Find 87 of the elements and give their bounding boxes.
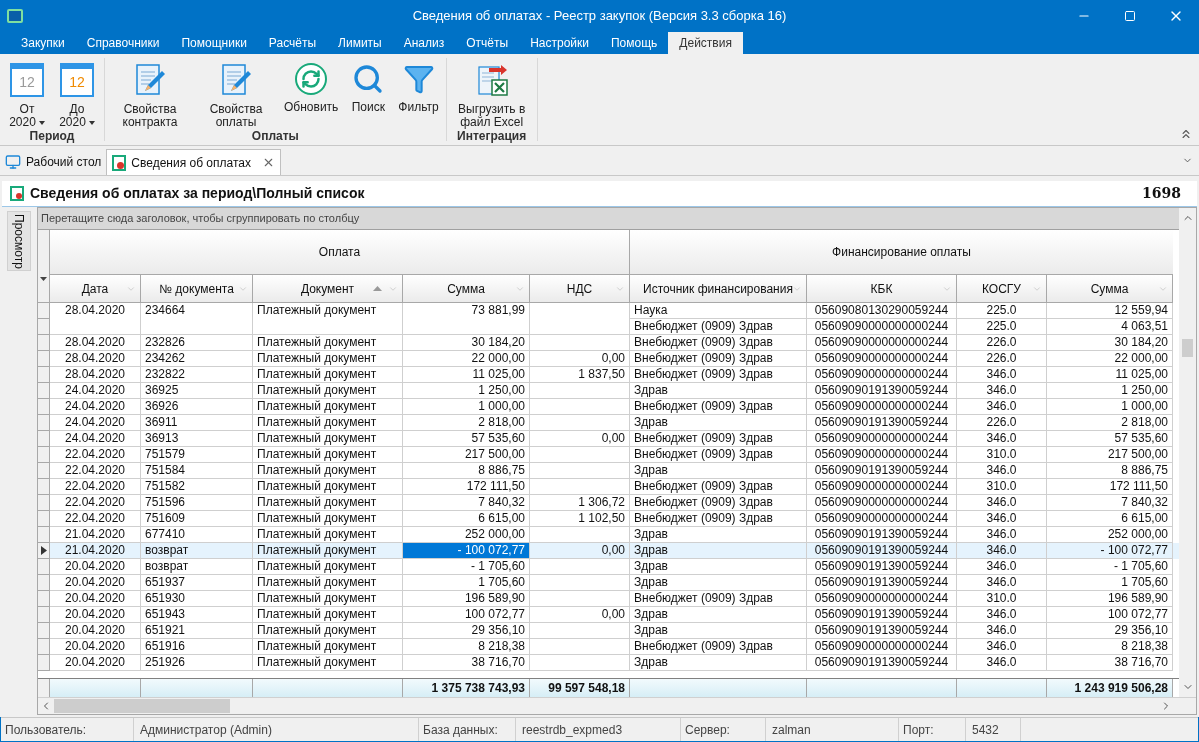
table-cell: 38 716,70 [403, 655, 530, 671]
refresh-icon [295, 63, 328, 95]
menu-tab[interactable]: Анализ [392, 32, 456, 54]
menu-tab[interactable]: Настройки [519, 32, 600, 54]
ribbon-button[interactable]: Свойства оплаты [195, 63, 277, 129]
menu-tab[interactable]: Отчёты [455, 32, 520, 54]
row-indicator[interactable] [38, 543, 50, 559]
panel-title: Сведения об оплатах за период\Полный список [30, 184, 365, 203]
table-cell: 05609090191390059244 [807, 655, 957, 671]
scroll-thumb[interactable] [54, 699, 230, 713]
menu-tab[interactable]: Помощь [599, 32, 669, 54]
horizontal-scrollbar[interactable] [38, 697, 1196, 714]
column-header[interactable]: НДС [530, 275, 630, 303]
document-icon [112, 154, 127, 171]
ribbon-button[interactable]: Поиск [345, 63, 392, 114]
calendar-day: 12 [19, 75, 35, 89]
column-chooser[interactable] [38, 230, 50, 303]
record-count: 1698 [1142, 184, 1181, 203]
document-pencil-icon [219, 63, 253, 97]
total-cell: 1 243 919 506,28 [1047, 679, 1173, 697]
ribbon-button[interactable]: Свойства контракта [109, 63, 191, 129]
column-header[interactable]: Документ [253, 275, 403, 303]
group-by-panel: Перетащите сюда заголовок, чтобы сгруппировать по столбцу [38, 208, 1180, 230]
table-cell: 12 559,94 [1047, 303, 1173, 319]
group-title: Интеграция [457, 129, 527, 144]
ribbon-button[interactable]: Обновить [281, 63, 342, 114]
status-value: zalman [766, 718, 899, 741]
window-title: Сведения об оплатах - Реестр закупок (Версия 3.3 сборка 16) [412, 7, 787, 26]
maximize-icon [1124, 10, 1136, 22]
column-header[interactable]: Сумма [1047, 275, 1173, 303]
menu-tab[interactable]: Справочники [75, 32, 171, 54]
close-tab-icon[interactable] [262, 156, 275, 169]
search-icon [352, 63, 385, 95]
column-header[interactable]: КОСГУ [957, 275, 1047, 303]
document-tab[interactable]: Рабочий стол [0, 149, 107, 175]
document-pencil-icon [133, 63, 167, 97]
table-cell: 05609080130290059244 [807, 303, 957, 319]
caret-icon [38, 120, 45, 125]
desktop-icon [5, 154, 21, 170]
table-cell: - 100 072,77 [403, 543, 530, 559]
total-cell: 1 375 738 743,93 [403, 679, 530, 697]
status-label: Пользователь: [1, 718, 134, 741]
column-header[interactable]: Дата [50, 275, 141, 303]
status-label: Сервер: [681, 718, 766, 741]
status-value: reestrdb_expmed3 [516, 718, 681, 741]
document-icon [10, 186, 24, 201]
table-cell: 38 716,70 [1047, 655, 1173, 671]
table-cell: 346.0 [957, 655, 1047, 671]
current-row-icon [40, 546, 47, 555]
group-title: Оплаты [251, 129, 299, 144]
menu-tab[interactable]: Помощники [170, 32, 258, 54]
date-button[interactable]: 12 От 2020 [4, 63, 50, 129]
ribbon-button[interactable]: Фильтр [395, 63, 442, 114]
column-header[interactable]: Сумма [403, 275, 530, 303]
status-label: Порт: [899, 718, 966, 741]
menu-tab[interactable]: Закупки [10, 32, 76, 54]
table-cell: Здрав [630, 655, 807, 671]
document-tab[interactable]: Сведения об оплатах [106, 149, 281, 175]
caret-icon [88, 120, 95, 125]
status-value: 5432 [966, 718, 1021, 741]
menu-tab[interactable]: Лимиты [327, 32, 393, 54]
calendar-day: 12 [69, 75, 85, 89]
vertical-scrollbar[interactable] [1179, 208, 1196, 697]
menu-tab[interactable]: Действия [668, 32, 743, 54]
column-header[interactable]: Источник финансирования [630, 275, 807, 303]
table-cell: 225.0 [957, 303, 1047, 319]
table-cell: Наука [630, 303, 807, 319]
total-cell: 99 597 548,18 [530, 679, 630, 697]
collapse-ribbon-icon[interactable] [1179, 127, 1193, 141]
table-cell: 251926 [141, 655, 253, 671]
band-header: Оплата [50, 230, 630, 275]
side-tab[interactable]: Просмотр [6, 211, 31, 271]
table-cell: Платежный документ [253, 655, 403, 671]
app-icon [7, 9, 23, 23]
filter-icon [402, 63, 435, 95]
column-header[interactable]: № документа [141, 275, 253, 303]
column-header[interactable]: КБК [807, 275, 957, 303]
table-row[interactable]: 21.04.2020 возврат Платежный документ - 100 072,77 0,00 Здрав 05609090191390059244 346.0 - 100 072,77 [38, 543, 1180, 559]
ribbon-button[interactable]: Выгрузить в файл Excel [450, 63, 533, 129]
date-button[interactable]: 12 До 2020 [54, 63, 100, 129]
menu-tab[interactable]: Расчёты [257, 32, 328, 54]
group-title: Период [29, 129, 75, 144]
table-cell: 20.04.2020 [50, 655, 141, 671]
status-value: Администратор (Admin) [134, 718, 419, 741]
status-label: База данных: [419, 718, 516, 741]
scroll-thumb[interactable] [1182, 339, 1193, 357]
caret-icon [40, 277, 47, 281]
